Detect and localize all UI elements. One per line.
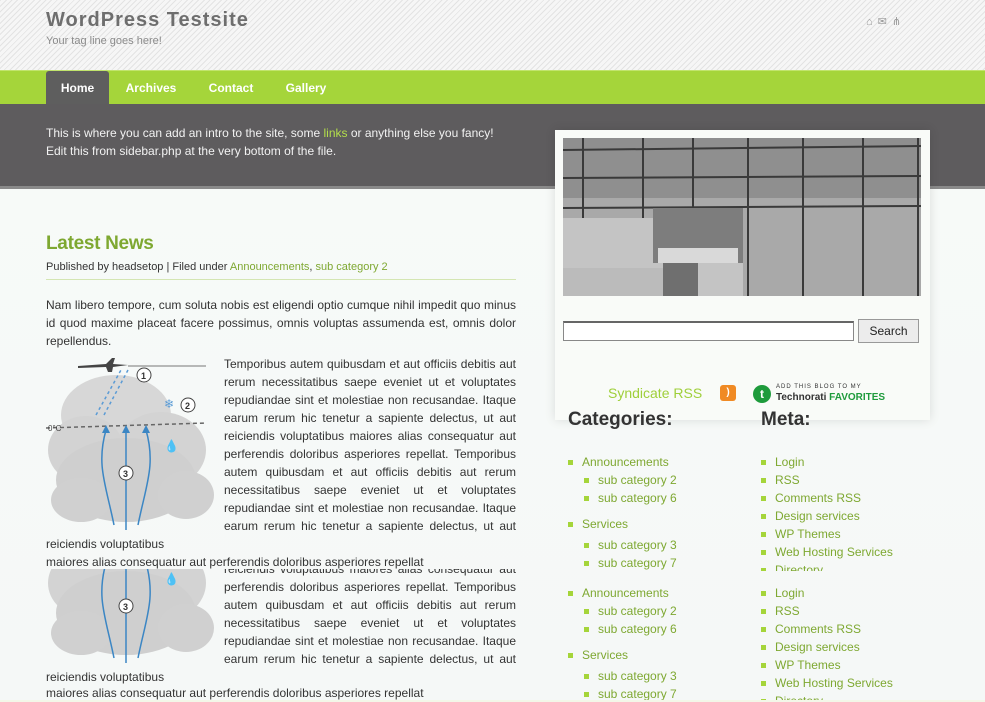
category-item[interactable]: sub category 6 [568,489,758,507]
meta-list: Login RSS Comments RSS Design services W… [761,584,961,700]
meta-list-viewport-repeat: Login RSS Comments RSS Design services W… [761,584,961,700]
header-icons: ⌂✉⋔ [866,15,906,28]
snowflake-icon: ❄ [164,397,174,411]
meta-item[interactable]: Directory [761,692,961,700]
category-item[interactable]: Services [568,515,758,533]
svg-text:1: 1 [141,371,146,381]
building-image [563,138,921,296]
site-tagline: Your tag line goes here! [46,35,162,47]
meta-list: Login RSS Comments RSS Design services W… [761,453,961,571]
category-item[interactable]: sub category 2 [568,471,758,489]
site-header: WordPress Testsite Your tag line goes he… [0,0,985,70]
category-item[interactable]: sub category 7 [568,554,758,571]
svg-text:2: 2 [185,401,190,411]
cloud-diagram: 💧 3 [48,569,214,663]
post-divider [46,279,516,280]
category-item[interactable]: sub category 7 [568,685,758,700]
category-item[interactable]: sub category 3 [568,667,758,685]
category-item[interactable]: sub category 6 [568,620,758,638]
categories-list-viewport-repeat: Announcements sub category 2 sub categor… [568,584,758,700]
meta-title: Meta: [761,409,811,430]
nav-home[interactable]: Home [46,71,109,105]
meta-item[interactable]: Design services [761,638,961,656]
meta-item[interactable]: Comments RSS [761,489,961,507]
meta-item[interactable]: Web Hosting Services [761,543,961,561]
meta-item[interactable]: WP Themes [761,525,961,543]
categories-title: Categories: [568,409,673,430]
building-photo [563,138,921,296]
category-item[interactable]: Announcements [568,584,758,602]
category-item[interactable]: Services [568,646,758,664]
post-body-block-repeat: 💧 3 Temporibus autem quibusdam et aut of… [46,569,516,686]
meta-item[interactable]: RSS [761,602,961,620]
meta-item[interactable]: WP Themes [761,656,961,674]
svg-text:0°C: 0°C [48,424,62,433]
meta-item[interactable]: Login [761,453,961,471]
main-nav: Home Archives Contact Gallery [0,70,985,105]
svg-text:3: 3 [123,602,128,612]
rss-icon[interactable]: ) [720,385,736,401]
search-input[interactable] [563,321,854,341]
nav-gallery[interactable]: Gallery [278,71,334,105]
category-item[interactable]: sub category 2 [568,602,758,620]
home-icon[interactable]: ⌂ [866,16,878,28]
meta-item[interactable]: Web Hosting Services [761,674,961,692]
post-title[interactable]: Latest News [46,233,154,255]
categories-list: Announcements sub category 2 sub categor… [568,584,758,700]
meta-item[interactable]: Directory [761,561,961,571]
sidebar-feature-box: Search [555,130,930,420]
post-paragraph: Nam libero tempore, cum soluta nobis est… [46,298,516,348]
nav-archives[interactable]: Archives [118,71,184,105]
svg-text:3: 3 [123,469,128,479]
meta-item[interactable]: RSS [761,471,961,489]
meta-item[interactable]: Login [761,584,961,602]
intro-text: This is where you can add an intro to th… [46,126,494,158]
airplane-icon [78,358,128,372]
post-tail-text: maiores alias consequatur aut perferendi… [46,686,424,700]
cloud-diagram: 0°C ❄ 💧 1 2 3 [46,358,214,530]
cloud-shape [48,375,214,522]
category-item[interactable]: Announcements [568,453,758,471]
post-meta: Published by headsetop | Filed under Ann… [46,261,388,273]
site-title[interactable]: WordPress Testsite [46,9,249,32]
category-link-announcements[interactable]: Announcements [230,261,310,273]
meta-list-viewport: Login RSS Comments RSS Design services W… [761,453,961,571]
meta-item[interactable]: Comments RSS [761,620,961,638]
sitemap-icon[interactable]: ⋔ [892,16,906,28]
post-body-block: 0°C ❄ 💧 1 2 3 Temporibus autem quibusdam… [46,355,516,553]
categories-list-viewport: Announcements sub category 2 sub categor… [568,453,758,571]
search-button[interactable]: Search [858,319,919,343]
nav-contact[interactable]: Contact [201,71,261,105]
raindrops-icon: 💧 [164,439,179,453]
svg-text:💧: 💧 [164,572,179,586]
intro-link[interactable]: links [323,126,347,140]
syndicate-rss-link[interactable]: Syndicate RSS [608,385,702,401]
technorati-icon: t [753,385,771,403]
category-item[interactable]: sub category 3 [568,536,758,554]
category-link-sub-2[interactable]: sub category 2 [316,261,388,273]
categories-list: Announcements sub category 2 sub categor… [568,453,758,571]
meta-item[interactable]: Design services [761,507,961,525]
mail-icon[interactable]: ✉ [878,16,892,28]
